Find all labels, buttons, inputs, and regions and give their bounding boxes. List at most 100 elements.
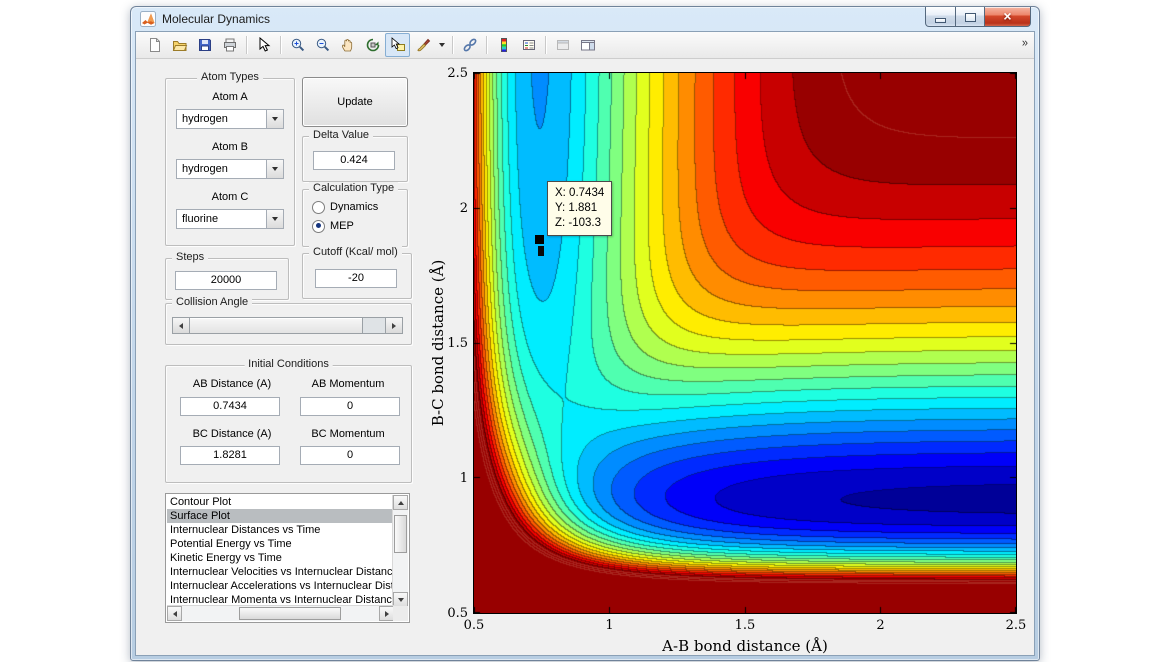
mep-radio-row[interactable]: MEP: [312, 219, 354, 233]
triangle-left-icon: [173, 611, 177, 617]
list-item[interactable]: Internuclear Accelerations vs Internucle…: [167, 579, 394, 593]
atom-c-dropdown[interactable]: fluorine: [176, 209, 284, 229]
slider-left-arrow[interactable]: [173, 318, 190, 333]
toolbar-separator: [280, 36, 281, 54]
scroll-right-button[interactable]: [379, 606, 394, 621]
atom-a-dropdown[interactable]: hydrogen: [176, 109, 284, 129]
cutoff-field[interactable]: -20: [315, 269, 397, 288]
edit-plot-button[interactable]: [251, 33, 276, 57]
delta-value-field[interactable]: 0.424: [313, 151, 395, 170]
insert-colorbar-icon: [496, 37, 512, 53]
datatip-box[interactable]: X: 0.7434 Y: 1.881 Z: -103.3: [547, 181, 612, 236]
mep-radio[interactable]: [312, 220, 325, 233]
matlab-figure-window: Molecular Dynamics ×: [130, 6, 1040, 661]
rotate-3d-button[interactable]: [360, 33, 385, 57]
atom-a-dropdown-arrow[interactable]: [266, 110, 283, 128]
plot-type-listbox[interactable]: Contour Plot Surface Plot Internuclear D…: [165, 493, 410, 623]
zoom-in-button[interactable]: [285, 33, 310, 57]
show-plot-tools-button[interactable]: [575, 33, 600, 57]
new-figure-button[interactable]: [142, 33, 167, 57]
triangle-left-icon: [179, 323, 183, 329]
collision-angle-slider[interactable]: [172, 317, 403, 334]
scroll-down-button[interactable]: [393, 592, 408, 607]
bc-distance-field[interactable]: 1.8281: [180, 446, 280, 465]
bc-distance-label: BC Distance (A): [176, 428, 288, 440]
steps-title: Steps: [172, 251, 208, 263]
datatip-marker[interactable]: [535, 235, 544, 244]
atom-types-title: Atom Types: [197, 71, 263, 83]
chevron-down-icon: [439, 43, 445, 47]
titlebar[interactable]: Molecular Dynamics ×: [131, 7, 1039, 31]
collision-angle-title: Collision Angle: [172, 296, 252, 308]
y-tick-label: 2: [432, 201, 468, 216]
initial-conditions-panel: Initial Conditions AB Distance (A) AB Mo…: [165, 365, 412, 483]
vertical-scrollbar[interactable]: [392, 495, 408, 607]
ab-distance-field[interactable]: 0.7434: [180, 397, 280, 416]
y-tick-label: 1: [432, 471, 468, 486]
dynamics-radio[interactable]: [312, 201, 325, 214]
link-plot-button[interactable]: [457, 33, 482, 57]
mep-radio-label: MEP: [330, 220, 354, 232]
rotate-3d-icon: [365, 37, 381, 53]
bc-momentum-field[interactable]: 0: [300, 446, 400, 465]
update-button[interactable]: Update: [302, 77, 408, 127]
scroll-up-button[interactable]: [393, 495, 408, 510]
pan-icon: [340, 37, 356, 53]
save-figure-button[interactable]: [192, 33, 217, 57]
collision-angle-panel: Collision Angle: [165, 303, 412, 345]
pan-button[interactable]: [335, 33, 360, 57]
x-tick-label: 1: [605, 618, 613, 633]
figure-canvas-area: Atom Types Atom A hydrogen Atom B hydrog…: [136, 59, 1034, 655]
close-button[interactable]: ×: [985, 7, 1031, 27]
insert-colorbar-button[interactable]: [491, 33, 516, 57]
zoom-out-button[interactable]: [310, 33, 335, 57]
atom-b-dropdown-arrow[interactable]: [266, 160, 283, 178]
list-item[interactable]: Internuclear Velocities vs Internuclear …: [167, 565, 394, 579]
toolbar-separator: [452, 36, 453, 54]
y-axis-label: B-C bond distance (Å): [429, 260, 447, 427]
delta-value-panel: Delta Value 0.424: [302, 136, 408, 182]
steps-field[interactable]: 20000: [175, 271, 277, 290]
slider-right-arrow[interactable]: [385, 318, 402, 333]
brush-icon: [415, 37, 431, 53]
scroll-left-button[interactable]: [167, 606, 182, 621]
toolbar-overflow-icon[interactable]: »: [1022, 36, 1028, 49]
minimize-button[interactable]: [925, 7, 956, 27]
horizontal-scroll-thumb[interactable]: [239, 607, 341, 620]
dynamics-radio-row[interactable]: Dynamics: [312, 200, 378, 214]
ab-momentum-field[interactable]: 0: [300, 397, 400, 416]
contour-canvas[interactable]: [473, 72, 1017, 614]
list-item[interactable]: Kinetic Energy vs Time: [167, 551, 394, 565]
maximize-icon: [965, 13, 976, 22]
window-client-area: » Atom Types Atom A hydrogen Atom B hydr…: [135, 31, 1035, 656]
matlab-app-icon: [140, 11, 156, 27]
brush-dropdown-arrow[interactable]: [435, 34, 448, 56]
list-item[interactable]: Contour Plot: [167, 495, 394, 509]
data-cursor-button[interactable]: [385, 33, 410, 57]
print-figure-button[interactable]: [217, 33, 242, 57]
calculation-type-title: Calculation Type: [309, 182, 398, 194]
vertical-scroll-thumb[interactable]: [394, 515, 407, 553]
atom-b-dropdown[interactable]: hydrogen: [176, 159, 284, 179]
list-item[interactable]: Potential Energy vs Time: [167, 537, 394, 551]
open-file-button[interactable]: [167, 33, 192, 57]
maximize-button[interactable]: [956, 7, 985, 27]
brush-button[interactable]: [410, 33, 435, 57]
list-item[interactable]: Internuclear Distances vs Time: [167, 523, 394, 537]
datatip-x: X: 0.7434: [555, 186, 604, 201]
delta-value-title: Delta Value: [309, 129, 373, 141]
horizontal-scrollbar[interactable]: [167, 605, 394, 621]
atom-c-dropdown-arrow[interactable]: [266, 210, 283, 228]
toolbar-separator: [486, 36, 487, 54]
atom-c-label: Atom C: [166, 191, 294, 203]
list-item-selected[interactable]: Surface Plot: [167, 509, 394, 523]
atom-b-label: Atom B: [166, 141, 294, 153]
hide-plot-tools-button[interactable]: [550, 33, 575, 57]
slider-thumb[interactable]: [190, 318, 363, 333]
toolbar-separator: [246, 36, 247, 54]
triangle-up-icon: [398, 501, 404, 505]
chevron-down-icon: [272, 117, 278, 121]
zoom-out-icon: [315, 37, 331, 53]
insert-legend-button[interactable]: [516, 33, 541, 57]
datatip-y: Y: 1.881: [555, 201, 604, 216]
